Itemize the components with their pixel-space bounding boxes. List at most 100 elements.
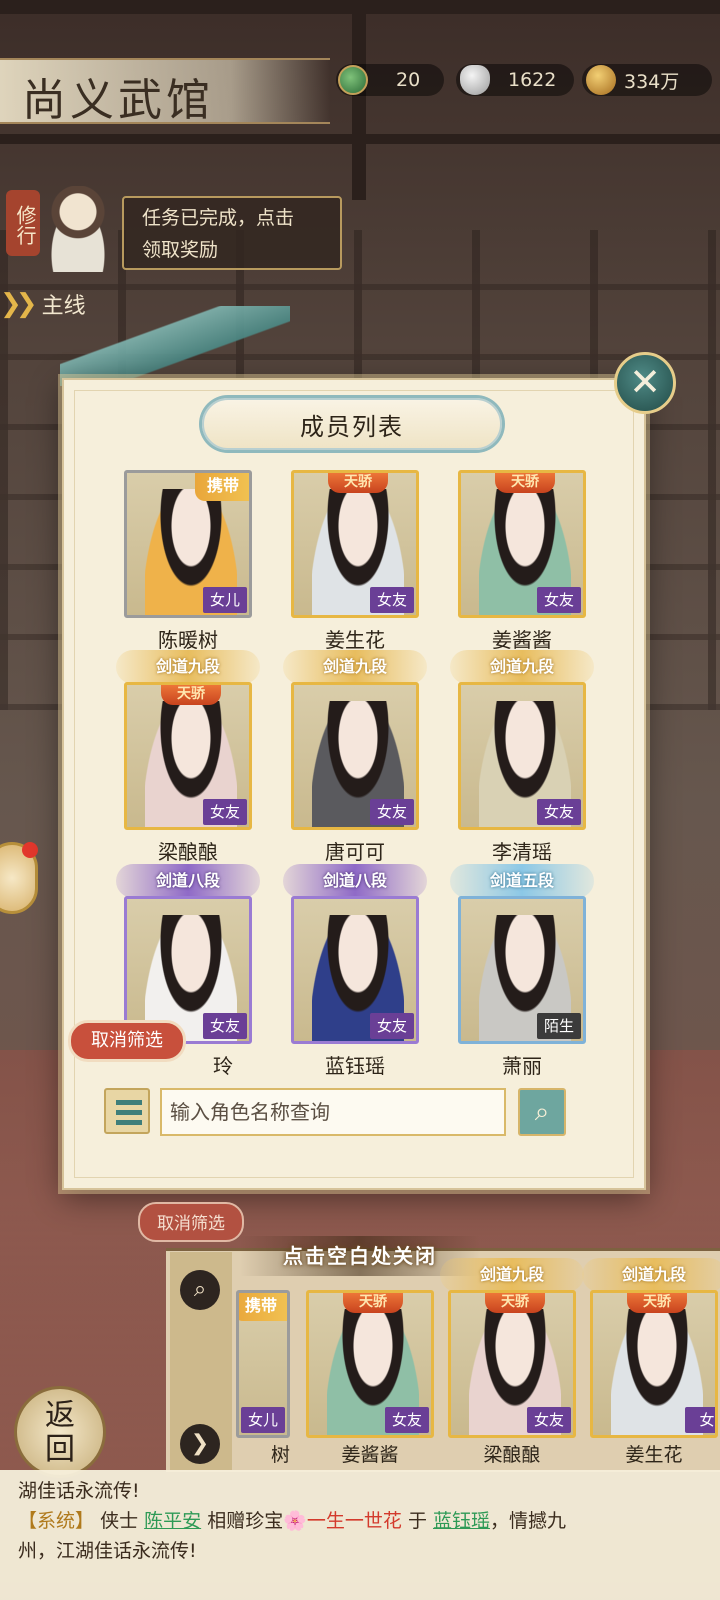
relation-badge: 女友 [370,1013,414,1039]
strip-member-card[interactable]: 天骄 女友 姜酱酱 [306,1290,434,1468]
relation-badge: 女儿 [241,1407,285,1433]
gift-name[interactable]: 一生一世花 [307,1510,402,1532]
member-card[interactable]: 天骄 女友 姜生花 [291,470,419,652]
member-portrait-frame: 女友 [458,682,586,830]
relation-badge: 女友 [537,587,581,613]
member-name: 蓝钰瑶 [325,1054,385,1078]
hall-title: 尚义武馆 [22,75,214,126]
member-portrait-frame: 天骄 女友 [458,470,586,618]
double-chevron-icon: ❯❯ [0,289,37,319]
member-card[interactable]: 剑道九段 天骄 女友 梁酿酿 [116,650,260,864]
quest-message-line1: 任务已完成，点击 [142,207,295,229]
rank-badge: 剑道八段 [116,864,260,898]
rank-badge: 剑道九段 [582,1258,720,1292]
member-name: 萧丽 [502,1054,542,1078]
member-search-input[interactable] [160,1088,506,1136]
hall-title-banner: 尚义武馆 [0,58,330,126]
chat-text: 相赠珍宝 [207,1510,284,1532]
relation-badge: 女 [685,1407,715,1433]
member-name: 树 [270,1444,290,1466]
close-button[interactable]: ✕ [614,352,676,414]
tianjiao-tag: 天骄 [627,1293,687,1313]
member-portrait-frame: 天骄 女友 [124,682,252,830]
chat-line: 州，江湖佳话永流传! [18,1540,197,1562]
tianjiao-tag: 天骄 [161,685,221,705]
list-menu-button[interactable] [104,1088,150,1134]
member-portrait-frame: 天骄 女友 [448,1290,576,1438]
gift-icon: 🌸 [283,1510,307,1532]
relation-badge: 陌生 [537,1013,581,1039]
rank-badge: 剑道九段 [450,650,594,684]
relation-badge: 女友 [203,799,247,825]
relation-badge: 女友 [537,799,581,825]
list-icon-bar [116,1100,142,1105]
bg-cancel-filter-button[interactable]: 取消筛选 [138,1202,244,1242]
magnifier-icon: ⌕ [534,1097,550,1127]
member-name: 梁酿酿 [483,1444,541,1466]
member-portrait-frame: 陌生 [458,896,586,1044]
system-chat-log[interactable]: 湖佳话永流传! 【系统】 侠士 陈平安 相赠珍宝🌸一生一世花 于 蓝钰瑶，情撼九… [0,1470,720,1600]
member-name: 姜酱酱 [341,1444,399,1466]
tianjiao-tag: 天骄 [343,1293,403,1313]
member-portrait-frame: 天骄 女友 [306,1290,434,1438]
list-icon-bar [116,1120,142,1125]
currency-dragon-value: 20 [396,69,421,91]
currency-coins-value: 334万 [624,70,680,93]
member-card[interactable]: 剑道九段 女友 李清瑶 [450,650,594,864]
back-button[interactable]: 返回 [14,1386,106,1478]
relation-badge: 女友 [385,1407,429,1433]
silver-ingot-icon [460,65,490,95]
strip-next-arrow-icon[interactable]: ❯ [180,1424,220,1464]
relation-badge: 女友 [527,1407,571,1433]
tianjiao-tag: 天骄 [485,1293,545,1313]
dragon-token-icon [338,65,368,95]
player-link[interactable]: 陈平安 [144,1510,201,1532]
carry-tag: 携带 [195,473,249,501]
cancel-filter-button[interactable]: 取消筛选 [68,1020,186,1062]
member-card[interactable]: 天骄 女友 姜酱酱 [458,470,586,652]
member-name: 姜酱酱 [492,628,552,652]
strip-member-card[interactable]: 剑道九段 天骄 女友 梁酿酿 [440,1258,584,1468]
member-portrait-frame: 天骄 女友 [291,470,419,618]
search-button[interactable]: ⌕ [518,1088,566,1136]
quest-tag[interactable]: 修行 [6,190,40,256]
close-x-icon: ✕ [629,360,661,404]
chat-text: 于 [407,1510,427,1532]
rank-badge: 剑道九段 [116,650,260,684]
member-name: 姜生花 [325,628,385,652]
currency-dragon[interactable]: 20 [336,64,444,96]
system-label: 【系统】 [18,1510,95,1532]
currency-coins[interactable]: 334万 [582,64,712,96]
tianjiao-tag: 天骄 [328,473,388,493]
member-card[interactable]: 剑道九段 女友 唐可可 [283,650,427,864]
rank-badge: 剑道九段 [283,650,427,684]
quest-bubble[interactable]: 任务已完成，点击 领取奖励 [122,196,342,270]
back-label: 返回 [45,1398,75,1467]
currency-silver-value: 1622 [508,69,557,91]
copper-coins-icon [586,65,616,95]
tianjiao-tag: 天骄 [495,473,555,493]
member-card[interactable]: 剑道八段 女友 蓝钰瑶 [283,864,427,1078]
roof-pillar [352,0,366,200]
player-link[interactable]: 蓝钰瑶 [433,1510,490,1532]
currency-silver[interactable]: 1622 [456,64,574,96]
relation-badge: 女儿 [203,587,247,613]
quest-message-line2: 领取奖励 [142,239,219,261]
strip-search-icon[interactable]: ⌕ [180,1270,220,1310]
relation-badge: 女友 [370,587,414,613]
chat-line: 【系统】 侠士 陈平安 相赠珍宝🌸一生一世花 于 蓝钰瑶，情撼九 [18,1506,702,1536]
list-icon-bar [116,1110,142,1115]
member-card[interactable]: 携带 女儿 陈暖树 [124,470,252,652]
rank-badge: 剑道九段 [440,1258,584,1292]
chat-line: 湖佳话永流传! [18,1480,140,1502]
member-name: 梁酿酿 [158,840,218,864]
member-portrait-frame: 女友 [291,896,419,1044]
quest-npc-avatar[interactable] [40,186,116,272]
chat-text: ，情撼九 [490,1510,567,1532]
member-portrait-frame: 女友 [291,682,419,830]
mountain-decoration [60,306,290,386]
rank-badge: 剑道五段 [450,864,594,898]
relation-badge: 女友 [203,1013,247,1039]
strip-member-card[interactable]: 剑道九段 天骄 女 姜生花 [582,1258,720,1468]
member-card[interactable]: 剑道五段 陌生 萧丽 [450,864,594,1078]
